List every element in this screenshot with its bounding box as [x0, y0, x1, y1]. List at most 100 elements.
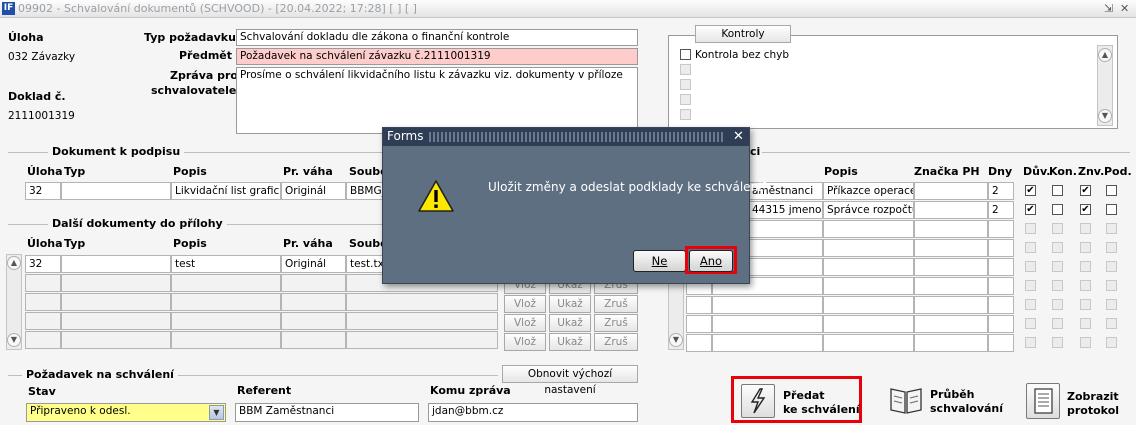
empty-cell[interactable] — [25, 274, 61, 292]
ano-button[interactable]: Ano — [689, 250, 733, 272]
empty-cell[interactable] — [988, 296, 1014, 314]
empty-cell[interactable] — [914, 258, 988, 276]
empty-cell[interactable] — [171, 312, 281, 330]
doc-cell-uloha[interactable]: 32 — [25, 182, 61, 200]
empty-cell[interactable] — [281, 274, 346, 292]
empty-cell[interactable] — [25, 331, 61, 349]
pod-checkbox[interactable] — [1106, 185, 1117, 196]
prubeh-label-2[interactable]: schvalování — [930, 402, 1003, 416]
close-icon[interactable]: ✕ — [1120, 2, 1129, 15]
scroll-up-icon[interactable]: ▲ — [7, 256, 21, 270]
predat-button[interactable] — [741, 384, 775, 418]
doc-cell-typ[interactable] — [61, 182, 171, 200]
att-cell-vaha[interactable]: Originál — [281, 255, 346, 273]
vloz-button[interactable]: Vlož — [504, 333, 546, 351]
empty-cell[interactable] — [914, 296, 988, 314]
empty-cell[interactable] — [823, 277, 914, 295]
empty-cell[interactable] — [686, 315, 712, 333]
zrus-button[interactable]: Zruš — [594, 295, 638, 313]
kon-checkbox[interactable] — [1052, 185, 1063, 196]
zrus-button[interactable]: Zruš — [594, 333, 638, 351]
empty-cell[interactable] — [686, 334, 712, 352]
empty-cell[interactable] — [281, 293, 346, 311]
ukaz-button[interactable]: Ukaž — [549, 295, 591, 313]
doc-cell-soubor[interactable]: BBMG_ — [346, 182, 386, 200]
zobrazit-protokol-button[interactable] — [1026, 383, 1060, 419]
chevron-down-icon[interactable]: ▼ — [209, 405, 224, 420]
scroll-up-icon[interactable]: ▲ — [1098, 48, 1112, 62]
empty-cell[interactable] — [988, 334, 1014, 352]
empty-cell[interactable] — [988, 315, 1014, 333]
typ-pozadavku-field[interactable]: Schvalování dokladu dle zákona o finančn… — [236, 29, 638, 46]
predat-label-2[interactable]: ke schválení — [783, 403, 860, 417]
doc-cell-vaha[interactable]: Originál — [281, 182, 346, 200]
approver-znacka[interactable] — [914, 182, 988, 200]
kontrola-checkbox[interactable] — [680, 49, 691, 60]
empty-cell[interactable] — [25, 312, 61, 330]
approver-popis[interactable]: Příkazce operace — [823, 182, 914, 200]
ukaz-button[interactable]: Ukaž — [549, 314, 591, 332]
empty-cell[interactable] — [346, 331, 498, 349]
prubeh-button[interactable] — [888, 383, 924, 417]
approver-name[interactable]: 44315 jmeno43 — [748, 201, 823, 219]
duv-checkbox[interactable]: ✔ — [1025, 185, 1036, 196]
referent-field[interactable]: BBM Zaměstnanci — [235, 403, 419, 422]
pod-checkbox[interactable] — [1106, 204, 1117, 215]
empty-cell[interactable] — [914, 239, 988, 257]
kon-checkbox[interactable] — [1052, 204, 1063, 215]
doc-cell-popis[interactable]: Likvidační list grafický — [171, 182, 281, 200]
approver-znacka[interactable] — [914, 201, 988, 219]
empty-cell[interactable] — [823, 334, 914, 352]
zrus-button[interactable]: Zruš — [594, 314, 638, 332]
empty-cell[interactable] — [712, 296, 823, 314]
znv-checkbox[interactable]: ✔ — [1080, 204, 1091, 215]
vloz-button[interactable]: Vlož — [504, 295, 546, 313]
empty-cell[interactable] — [712, 334, 823, 352]
prubeh-label[interactable]: Průběh — [930, 388, 974, 402]
empty-cell[interactable] — [346, 293, 498, 311]
zobrazit-label[interactable]: Zobrazit — [1067, 390, 1119, 404]
empty-cell[interactable] — [281, 331, 346, 349]
empty-cell[interactable] — [914, 334, 988, 352]
empty-cell[interactable] — [988, 277, 1014, 295]
empty-cell[interactable] — [25, 293, 61, 311]
zobrazit-label-2[interactable]: protokol — [1067, 404, 1119, 418]
empty-cell[interactable] — [171, 274, 281, 292]
empty-cell[interactable] — [823, 296, 914, 314]
predmet-field[interactable]: Požadavek na schválení závazku č.2111001… — [236, 48, 638, 65]
empty-cell[interactable] — [61, 274, 171, 292]
restore-icon[interactable]: ⇲ — [1104, 2, 1113, 15]
att-cell-popis[interactable]: test — [171, 255, 281, 273]
kontroly-button[interactable]: Kontroly — [695, 25, 791, 43]
duv-checkbox[interactable]: ✔ — [1025, 204, 1036, 215]
ne-button[interactable]: Ne — [633, 250, 686, 272]
empty-cell[interactable] — [988, 220, 1014, 238]
empty-cell[interactable] — [346, 312, 498, 330]
approver-dny[interactable]: 2 — [988, 201, 1014, 219]
empty-cell[interactable] — [171, 293, 281, 311]
empty-cell[interactable] — [914, 220, 988, 238]
empty-cell[interactable] — [988, 258, 1014, 276]
scroll-down-icon[interactable]: ▼ — [669, 333, 683, 347]
dialog-close-icon[interactable]: ✕ — [733, 129, 744, 144]
empty-cell[interactable] — [171, 331, 281, 349]
empty-cell[interactable] — [823, 220, 914, 238]
vloz-button[interactable]: Vlož — [504, 314, 546, 332]
att-cell-uloha[interactable]: 32 — [25, 255, 61, 273]
predat-label[interactable]: Předat — [783, 389, 825, 403]
empty-cell[interactable] — [712, 315, 823, 333]
scroll-down-icon[interactable]: ▼ — [7, 333, 21, 347]
stav-select[interactable]: Připraveno k odesl. — [26, 403, 226, 422]
approver-dny[interactable]: 2 — [988, 182, 1014, 200]
empty-cell[interactable] — [281, 312, 346, 330]
ukaz-button[interactable]: Ukaž — [549, 333, 591, 351]
empty-cell[interactable] — [914, 277, 988, 295]
att-cell-typ[interactable] — [61, 255, 171, 273]
empty-cell[interactable] — [61, 331, 171, 349]
komu-zprava-field[interactable]: jdan@bbm.cz — [428, 403, 638, 422]
empty-cell[interactable] — [914, 315, 988, 333]
obnovit-button[interactable]: Obnovit výchozí nastavení — [502, 365, 638, 396]
empty-cell[interactable] — [823, 239, 914, 257]
znv-checkbox[interactable]: ✔ — [1080, 185, 1091, 196]
att-cell-soubor[interactable]: test.txt — [346, 255, 386, 273]
